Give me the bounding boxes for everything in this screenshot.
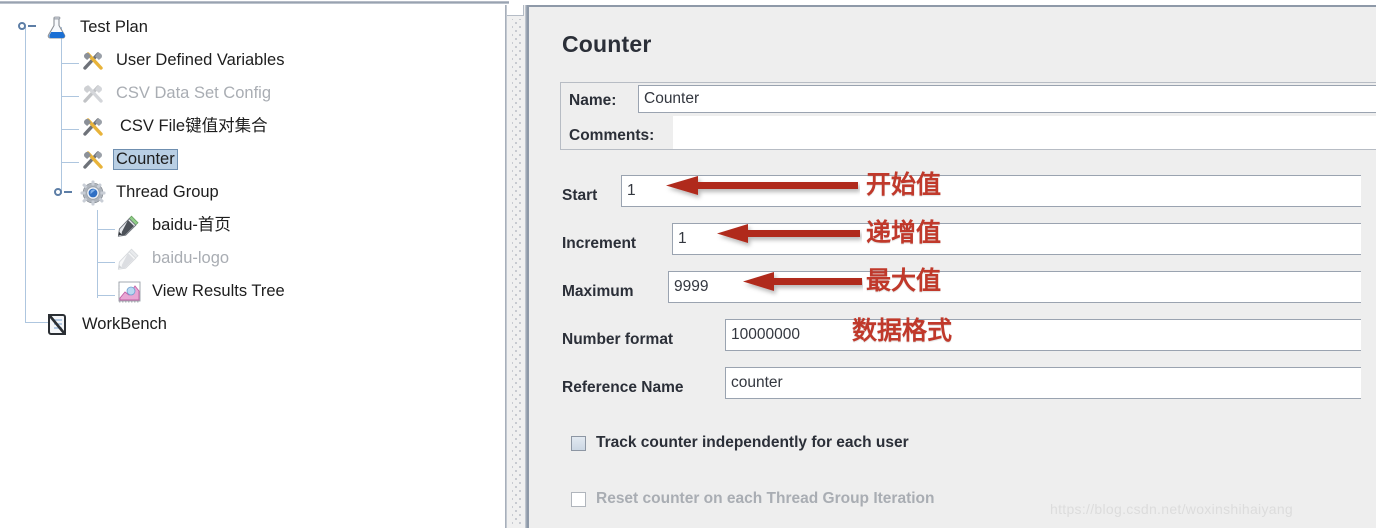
tree-node-label: Test Plan (80, 17, 148, 36)
track-counter-label: Track counter independently for each use… (596, 434, 909, 451)
maximum-input-value: 9999 (674, 278, 709, 295)
maximum-label: Maximum (562, 283, 634, 300)
number-format-input-value: 10000000 (731, 326, 800, 343)
start-input-value: 1 (627, 182, 636, 199)
name-comments-group: Name: Counter Comments: (560, 82, 1376, 150)
reset-counter-label: Reset counter on each Thread Group Itera… (596, 490, 935, 507)
jmeter-window: Test Plan User Defined Variables CSV Dat… (0, 0, 1376, 528)
thread-group-icon (80, 180, 106, 206)
counter-config-panel: Counter Name: Counter Comments: Start 1 … (527, 5, 1376, 528)
number-format-label: Number format (562, 331, 674, 348)
tree-node-label: User Defined Variables (116, 50, 285, 69)
tree-node-csv-data-set-config[interactable]: CSV Data Set Config (0, 77, 273, 110)
name-label: Name: (569, 92, 617, 109)
reset-counter-checkbox (571, 491, 586, 507)
tree-node-baidu-home[interactable]: baidu-首页 (0, 209, 233, 242)
tree-node-label: View Results Tree (152, 281, 285, 300)
number-format-input[interactable]: 10000000 (725, 319, 1361, 351)
annotation-arrow-start (666, 176, 858, 195)
reference-name-label: Reference Name (562, 379, 684, 396)
annotation-maximum-text: 最大值 (866, 266, 942, 295)
annotation-arrow-increment (717, 224, 860, 243)
tree-node-counter[interactable]: Counter (0, 143, 178, 176)
annotation-start-text: 开始值 (866, 170, 942, 199)
track-counter-checkbox-row[interactable]: Track counter independently for each use… (571, 434, 909, 452)
toolbar-divider (0, 1, 509, 4)
tree-node-label: CSV Data Set Config (116, 83, 271, 102)
test-plan-icon (44, 15, 70, 41)
comments-input[interactable] (673, 116, 1376, 149)
tree-node-thread-group[interactable]: Thread Group (0, 176, 221, 209)
annotation-arrow-maximum (743, 272, 862, 291)
page-title: Counter (562, 31, 652, 57)
tree-node-test-plan[interactable]: Test Plan (0, 11, 150, 44)
tree-node-label: baidu-首页 (152, 215, 231, 234)
http-sampler-icon (116, 246, 142, 272)
tree-node-label: Thread Group (116, 182, 219, 201)
config-element-icon (80, 81, 106, 107)
tree-node-workbench[interactable]: WorkBench (0, 308, 169, 341)
tree-node-label: Counter (113, 148, 178, 171)
reset-counter-checkbox-row: Reset counter on each Thread Group Itera… (571, 490, 934, 508)
splitter-edge-left (505, 5, 507, 528)
tree-node-csv-file-keyvalue[interactable]: CSV File键值对集合 (0, 110, 270, 143)
tree-node-baidu-logo[interactable]: baidu-logo (0, 242, 231, 275)
reference-name-input-value: counter (731, 374, 783, 391)
increment-label: Increment (562, 235, 637, 252)
tree-node-label: CSV File键值对集合 (120, 116, 268, 135)
splitter-grip[interactable] (512, 19, 521, 524)
name-input[interactable]: Counter (638, 85, 1376, 113)
config-element-icon (80, 48, 106, 74)
name-input-value: Counter (644, 90, 700, 107)
http-sampler-icon (116, 213, 142, 239)
config-element-icon (80, 147, 106, 173)
reference-name-input[interactable]: counter (725, 367, 1361, 399)
workbench-icon (44, 311, 72, 339)
splitter-collapse-tab[interactable] (507, 5, 524, 16)
annotation-number-format-text: 数据格式 (852, 316, 953, 345)
track-counter-checkbox[interactable] (571, 435, 586, 451)
tree-node-label: baidu-logo (152, 248, 230, 267)
tree-node-user-defined-variables[interactable]: User Defined Variables (0, 44, 286, 77)
test-plan-tree[interactable]: Test Plan User Defined Variables CSV Dat… (0, 5, 505, 528)
config-element-icon (80, 114, 106, 140)
view-results-tree-icon (116, 279, 142, 305)
increment-input-value: 1 (678, 230, 687, 247)
start-label: Start (562, 187, 598, 204)
blog-watermark: https://blog.csdn.net/woxinshihaiyang (1050, 501, 1294, 517)
panel-splitter[interactable] (505, 5, 527, 528)
tree-node-view-results-tree[interactable]: View Results Tree (0, 275, 287, 308)
tree-node-label: WorkBench (82, 314, 167, 333)
comments-label: Comments: (569, 127, 655, 144)
annotation-increment-text: 递增值 (866, 218, 942, 247)
